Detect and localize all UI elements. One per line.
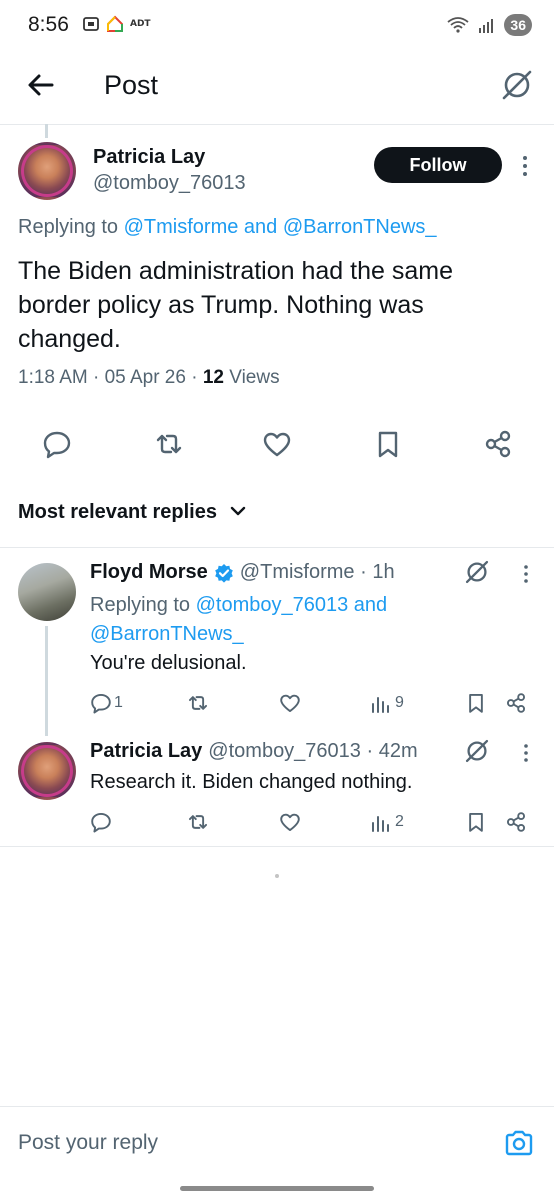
wifi-icon [447, 17, 469, 33]
follow-button[interactable]: Follow [374, 147, 502, 183]
author-handle[interactable]: @tomboy_76013 · 42m [208, 740, 417, 763]
like-icon[interactable] [279, 811, 301, 833]
reply-text: Research it. Biden changed nothing. [90, 771, 413, 793]
more-icon[interactable] [523, 564, 529, 589]
post-text: The Biden administration had the same bo… [18, 257, 453, 353]
thread-line-top [45, 124, 48, 138]
share-icon[interactable] [505, 811, 527, 833]
replying-to-link[interactable]: @tomboy_76013 and [196, 594, 388, 616]
avatar[interactable] [18, 742, 76, 800]
grok-icon[interactable] [500, 68, 534, 102]
loading-dot [275, 874, 279, 878]
views-label: Views [223, 367, 280, 388]
reply-icon[interactable] [42, 429, 72, 459]
reply-count: 1 [114, 694, 123, 711]
views-icon [372, 816, 389, 832]
status-notification-icons: ADT [82, 15, 151, 33]
bookmark-icon[interactable] [465, 811, 487, 833]
replying-prefix: Replying to [18, 216, 119, 238]
google-home-icon [107, 15, 123, 32]
author-name[interactable]: Patricia Lay [93, 146, 205, 169]
sort-label: Most relevant replies [18, 501, 217, 523]
author-name[interactable]: Patricia Lay [90, 740, 202, 763]
reply-input[interactable]: Post your reply [18, 1131, 158, 1155]
view-count: 12 [202, 367, 224, 388]
grok-icon[interactable] [464, 738, 490, 764]
sort-replies-dropdown[interactable]: Most relevant replies [18, 501, 247, 524]
reply-icon[interactable] [90, 811, 112, 833]
replying-to-link[interactable]: @BarronTNews_ [90, 623, 244, 645]
avatar[interactable] [18, 142, 76, 200]
author-handle[interactable]: @Tmisforme · 1h [240, 561, 395, 584]
cell-signal-icon [479, 19, 494, 33]
replying-to: Replying to @tomboy_76013 and @BarronTNe… [90, 591, 387, 649]
avatar[interactable] [18, 563, 76, 621]
reply-header: Floyd Morse @Tmisforme · 1h [90, 561, 395, 584]
author-handle[interactable]: @tomboy_76013 [93, 172, 246, 195]
replies-divider [0, 547, 554, 548]
share-icon[interactable] [505, 692, 527, 714]
reply-divider [0, 846, 554, 847]
replying-prefix: Replying to [90, 594, 191, 616]
view-count: 9 [395, 694, 404, 711]
bookmark-icon[interactable] [373, 429, 403, 459]
verified-icon [214, 563, 233, 583]
views-action[interactable]: 2 [370, 811, 404, 833]
status-time: 8:56 [28, 13, 69, 36]
replying-to: Replying to @Tmisforme and @BarronTNews_ [18, 216, 437, 239]
thread-line [45, 626, 48, 736]
share-icon[interactable] [483, 429, 513, 459]
header-divider [0, 124, 554, 125]
adt-icon: ADT [130, 19, 151, 29]
like-icon[interactable] [262, 429, 292, 459]
page-title: Post [104, 70, 159, 100]
back-arrow-icon[interactable] [24, 68, 58, 102]
views-icon [372, 697, 389, 713]
reply-icon[interactable] [90, 692, 112, 714]
post-timestamp: 1:18 AM · 05 Apr 26 · [18, 367, 203, 388]
replying-to-link[interactable]: @Tmisforme and @BarronTNews_ [124, 216, 437, 238]
screenshot-icon [83, 17, 99, 31]
post-meta: 1:18 AM · 05 Apr 26 · 12 Views [18, 367, 280, 389]
chevron-down-icon [230, 506, 245, 516]
battery-indicator: 36 [504, 14, 532, 36]
reply-action[interactable]: 1 [90, 692, 123, 714]
author-name[interactable]: Floyd Morse [90, 561, 208, 584]
gesture-home-bar[interactable] [180, 1186, 374, 1191]
more-icon[interactable] [523, 743, 529, 768]
grok-icon[interactable] [464, 559, 490, 585]
repost-icon[interactable] [154, 429, 184, 459]
camera-icon[interactable] [504, 1129, 534, 1157]
composer-divider [0, 1106, 554, 1107]
repost-icon[interactable] [187, 692, 209, 714]
bookmark-icon[interactable] [465, 692, 487, 714]
repost-icon[interactable] [187, 811, 209, 833]
view-count: 2 [395, 813, 404, 830]
reply-header: Patricia Lay @tomboy_76013 · 42m [90, 740, 418, 763]
like-icon[interactable] [279, 692, 301, 714]
views-action[interactable]: 9 [370, 692, 404, 714]
status-right: 36 [446, 14, 532, 36]
reply-text: You're delusional. [90, 652, 247, 674]
more-icon[interactable] [521, 155, 529, 177]
